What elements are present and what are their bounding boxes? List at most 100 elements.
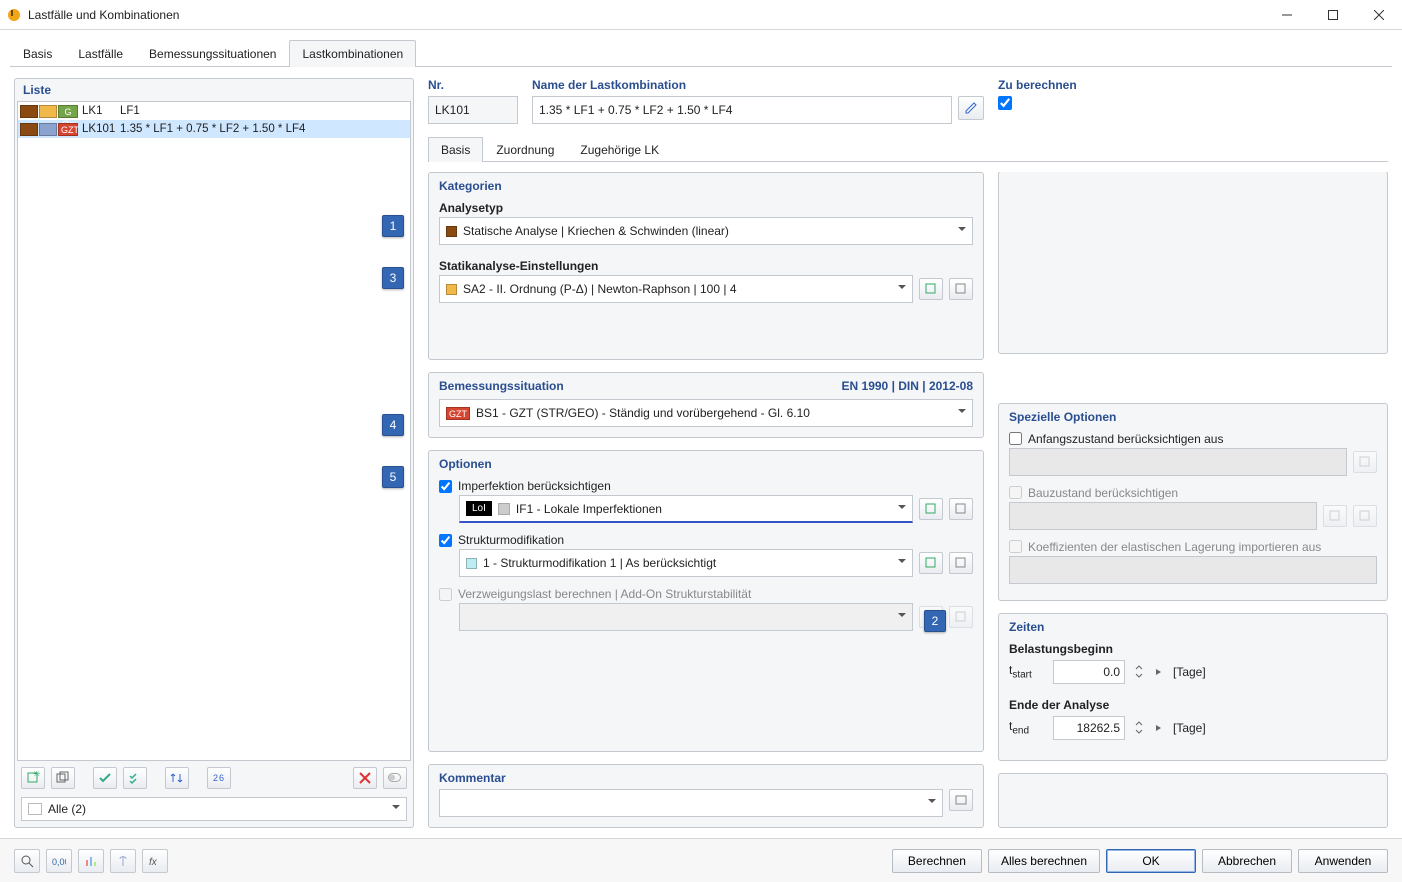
renumber-button[interactable]: 26 [207, 767, 231, 789]
elastic-coeff-checkbox: Koeffizienten der elastischen Lagerung i… [1009, 540, 1377, 554]
analyse-type-value: Statische Analyse | Kriechen & Schwinden… [463, 224, 729, 238]
times-panel: Zeiten Belastungsbeginn tstart 0.0 [Tage… [998, 613, 1388, 761]
svg-text:6: 6 [219, 773, 224, 783]
units-button[interactable]: 0,00 [46, 849, 72, 873]
analyse-type-select[interactable]: Statische Analyse | Kriechen & Schwinden… [439, 217, 973, 245]
window-title: Lastfälle und Kombinationen [28, 8, 1264, 22]
subtab-zuordnung[interactable]: Zuordnung [483, 137, 567, 162]
validate-all-button[interactable] [123, 767, 147, 789]
initial-state-checkbox[interactable]: Anfangszustand berücksichtigen aus [1009, 432, 1377, 446]
compute-checkbox[interactable] [998, 96, 1388, 110]
toggle-view-button[interactable] [383, 767, 407, 789]
callout-marker: 1 [382, 215, 404, 237]
structmod-select[interactable]: 1 - Strukturmodifikation 1 | As berücksi… [459, 549, 913, 577]
tend-step-right-icon[interactable] [1153, 716, 1165, 740]
ok-button[interactable]: OK [1106, 849, 1196, 873]
minimize-button[interactable] [1264, 0, 1310, 30]
maximize-button[interactable] [1310, 0, 1356, 30]
subtab-zugehoerige[interactable]: Zugehörige LK [567, 137, 672, 162]
svg-text:✳: ✳ [33, 771, 40, 779]
tstart-step-right-icon[interactable] [1153, 660, 1165, 684]
list-filter-select[interactable]: Alle (2) [21, 797, 407, 821]
imperfection-checkbox[interactable]: Imperfektion berücksichtigen [439, 479, 973, 493]
initial-state-label: Anfangszustand berücksichtigen aus [1028, 432, 1223, 446]
list-name: LF1 [116, 105, 410, 117]
load-start-label: Belastungsbeginn [1009, 642, 1377, 656]
svg-text:fx: fx [149, 857, 158, 868]
callout-marker: 4 [382, 414, 404, 436]
comment-browse-button[interactable] [949, 789, 973, 811]
svg-text:2: 2 [213, 773, 218, 783]
categories-panel: Kategorien Analysetyp Statische Analyse … [428, 172, 984, 360]
categories-placeholder [998, 172, 1388, 354]
analysis-tag-icon [39, 123, 57, 136]
edit-imperfection-button[interactable] [949, 498, 973, 520]
list-row[interactable]: GZT LK101 1.35 * LF1 + 0.75 * LF2 + 1.50… [18, 120, 410, 138]
imperfection-label: Imperfektion berücksichtigen [458, 479, 611, 493]
new-construction-button [1323, 505, 1347, 527]
tool-a-button[interactable] [110, 849, 136, 873]
structmod-checkbox[interactable]: Strukturmodifikation [439, 533, 973, 547]
combo-name-field[interactable]: 1.35 * LF1 + 0.75 * LF2 + 1.50 * LF4 [532, 96, 952, 124]
new-structmod-button[interactable] [919, 552, 943, 574]
calculate-button[interactable]: Berechnen [892, 849, 982, 873]
validate-button[interactable] [93, 767, 117, 789]
list-id: LK1 [78, 105, 116, 117]
list-name: 1.35 * LF1 + 0.75 * LF2 + 1.50 * LF4 [116, 123, 410, 135]
tab-lastkombinationen[interactable]: Lastkombinationen [289, 40, 416, 67]
cancel-button[interactable]: Abbrechen [1202, 849, 1292, 873]
new-analysis-settings-button[interactable] [919, 278, 943, 300]
list-row[interactable]: G Qs LK1 LF1 [18, 102, 410, 120]
close-button[interactable] [1356, 0, 1402, 30]
search-button[interactable] [14, 849, 40, 873]
calculate-all-button[interactable]: Alles berechnen [988, 849, 1100, 873]
reorder-button[interactable] [165, 767, 189, 789]
elastic-coeff-label: Koeffizienten der elastischen Lagerung i… [1028, 540, 1321, 554]
edit-branching-button [949, 606, 973, 628]
tab-bemessungssituationen[interactable]: Bemessungssituationen [136, 40, 289, 67]
filter-swatch-icon [28, 803, 42, 815]
tstart-input[interactable]: 0.0 [1053, 660, 1125, 684]
list-panel: Liste G Qs LK1 LF1 GZT LK101 1.35 * LF1 [14, 78, 414, 828]
apply-button[interactable]: Anwenden [1298, 849, 1388, 873]
subtab-basis[interactable]: Basis [428, 137, 483, 162]
analysis-settings-select[interactable]: SA2 - II. Ordnung (P-Δ) | Newton-Raphson… [439, 275, 913, 303]
list-id: LK101 [78, 123, 116, 135]
new-imperfection-button[interactable] [919, 498, 943, 520]
right-bottom-placeholder [998, 773, 1388, 828]
analysis-settings-value: SA2 - II. Ordnung (P-Δ) | Newton-Raphson… [463, 282, 737, 296]
nr-label: Nr. [428, 78, 518, 92]
delete-button[interactable] [353, 767, 377, 789]
options-panel: Optionen Imperfektion berücksichtigen Lo… [428, 450, 984, 752]
design-situation-panel: Bemessungssituation EN 1990 | DIN | 2012… [428, 372, 984, 438]
svg-text:0,00: 0,00 [52, 857, 66, 867]
edit-structmod-button[interactable] [949, 552, 973, 574]
branching-load-checkbox: Verzweigungslast berechnen | Add-On Stru… [439, 587, 973, 601]
construction-state-select [1009, 502, 1317, 530]
comment-field[interactable] [439, 789, 943, 817]
design-situation-select[interactable]: GZT BS1 - GZT (STR/GEO) - Ständig und vo… [439, 399, 973, 427]
fx-button[interactable]: fx [142, 849, 168, 873]
edit-name-button[interactable] [958, 96, 984, 120]
tend-unit: [Tage] [1173, 721, 1206, 735]
copy-item-button[interactable] [51, 767, 75, 789]
edit-construction-button [1353, 505, 1377, 527]
callout-marker: 3 [382, 267, 404, 289]
initial-state-select [1009, 448, 1347, 476]
graph-button[interactable] [78, 849, 104, 873]
tab-basis[interactable]: Basis [10, 40, 65, 67]
analyse-swatch-icon [446, 226, 457, 237]
edit-analysis-settings-button[interactable] [949, 278, 973, 300]
tab-lastfaelle[interactable]: Lastfälle [65, 40, 136, 67]
tend-input[interactable]: 18262.5 [1053, 716, 1125, 740]
imperfection-select[interactable]: LoI IF1 - Lokale Imperfektionen [459, 495, 913, 523]
new-item-button[interactable]: ✳ [21, 767, 45, 789]
comment-panel: Kommentar [428, 764, 984, 828]
gzt-tag: GZT [446, 407, 470, 420]
load-combo-list[interactable]: G Qs LK1 LF1 GZT LK101 1.35 * LF1 + 0.75… [17, 101, 411, 761]
special-options-panel: Spezielle Optionen Anfangszustand berück… [998, 403, 1388, 601]
tend-spinner[interactable] [1133, 716, 1145, 740]
construction-state-label: Bauzustand berücksichtigen [1028, 486, 1178, 500]
tstart-spinner[interactable] [1133, 660, 1145, 684]
action-tag-icon [20, 105, 38, 118]
